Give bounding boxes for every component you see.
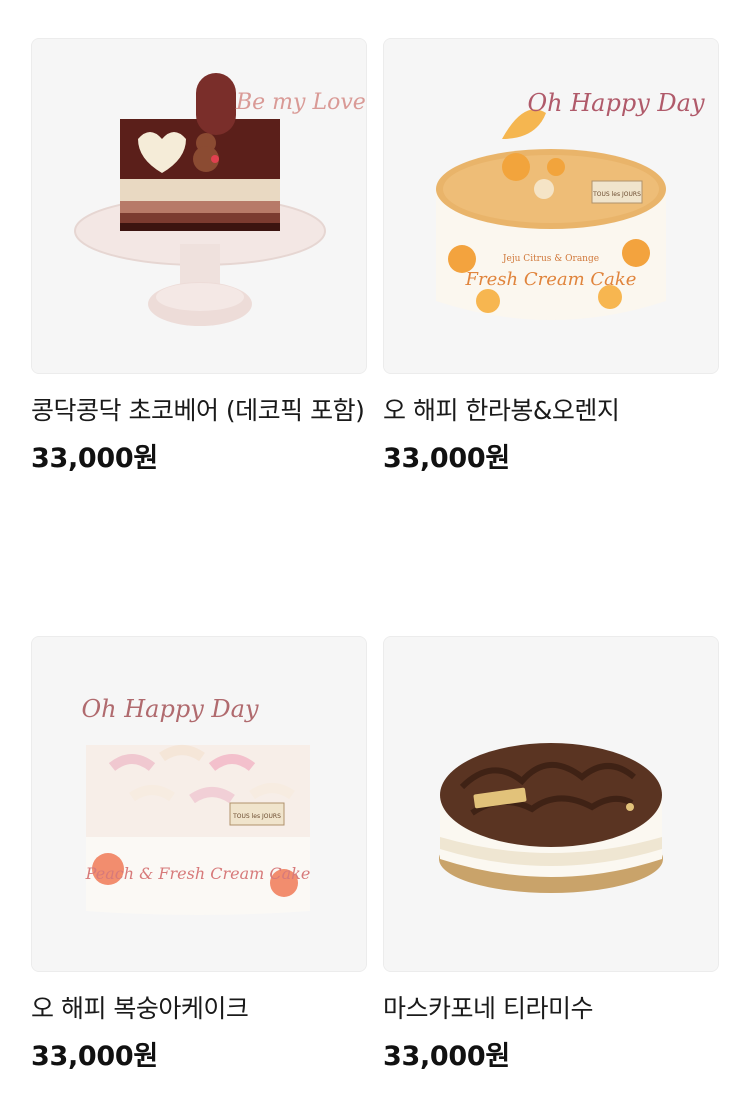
product-name[interactable]: 마스카포네 티라미수 — [383, 992, 719, 1026]
product-name[interactable]: 콩닥콩닥 초코베어 (데코픽 포함) — [31, 394, 367, 428]
product-image-choco-bear[interactable]: Be my Love — [31, 38, 367, 374]
product-card-tiramisu[interactable]: 마스카포네 티라미수 33,000원 — [383, 636, 719, 1073]
product-image-peach[interactable]: TOUS les JOURS Peach & Fresh Cream Cake … — [31, 636, 367, 972]
product-name[interactable]: 오 해피 한라봉&오렌지 — [383, 394, 719, 428]
product-name[interactable]: 오 해피 복숭아케이크 — [31, 992, 367, 1026]
product-image-tiramisu[interactable] — [383, 636, 719, 972]
product-price: 33,000원 — [383, 443, 510, 474]
topper-text: Oh Happy Day — [527, 89, 704, 117]
product-price: 33,000원 — [31, 1041, 158, 1072]
product-price: 33,000원 — [31, 443, 158, 474]
box-brand: TOUS les JOURS — [592, 191, 641, 198]
product-image-hallabong-orange[interactable]: TOUS les JOURS Jeju Citrus & Orange Fres… — [383, 38, 719, 374]
product-card-peach[interactable]: TOUS les JOURS Peach & Fresh Cream Cake … — [31, 636, 367, 1073]
product-price: 33,000원 — [383, 1041, 510, 1072]
product-card-choco-bear[interactable]: Be my Love 콩닥콩닥 초코베어 (데코픽 포함) 33,000원 — [31, 38, 367, 475]
box-text: Peach & Fresh Cream Cake — [85, 864, 311, 883]
topper-text: Be my Love — [235, 90, 366, 115]
product-card-hallabong-orange[interactable]: TOUS les JOURS Jeju Citrus & Orange Fres… — [383, 38, 719, 475]
box-text-small: Jeju Citrus & Orange — [502, 254, 599, 264]
box-brand: TOUS les JOURS — [232, 813, 281, 820]
box-text: Fresh Cream Cake — [465, 269, 637, 290]
topper-text: Oh Happy Day — [81, 695, 258, 723]
